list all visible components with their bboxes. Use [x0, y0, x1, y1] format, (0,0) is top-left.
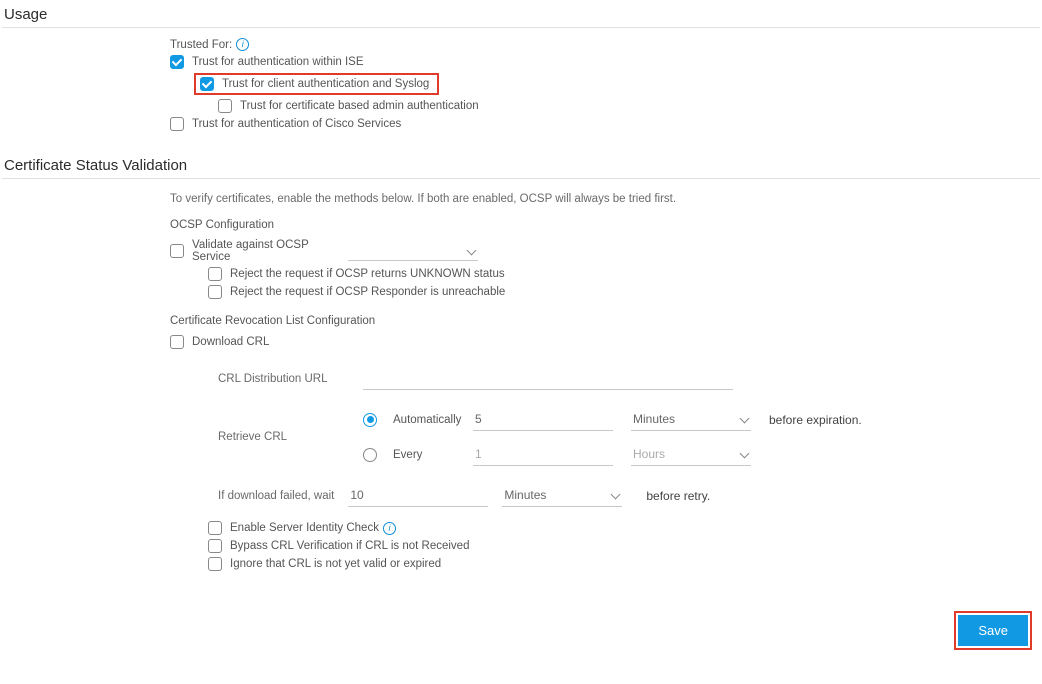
download-fail-row: If download failed, wait Minutes before …: [170, 484, 1042, 507]
ocsp-heading: OCSP Configuration: [170, 219, 1042, 231]
retrieve-every-radio[interactable]: [363, 448, 377, 462]
retrieve-group: Automatically Minutes before expiration.…: [363, 408, 1042, 466]
ocsp-service-select[interactable]: [348, 242, 478, 261]
trust-cert-admin-label: Trust for certificate based admin authen…: [240, 100, 479, 112]
trust-ise-label: Trust for authentication within ISE: [192, 56, 364, 68]
ignore-crl-label: Ignore that CRL is not yet valid or expi…: [230, 558, 441, 570]
retrieve-auto-radio[interactable]: [363, 413, 377, 427]
trust-ise-checkbox[interactable]: [170, 55, 184, 69]
retrieve-auto-label: Automatically: [393, 414, 465, 426]
trust-cert-admin-checkbox[interactable]: [218, 99, 232, 113]
retrieve-every-unit-value: Hours: [633, 447, 665, 461]
download-fail-unit-select[interactable]: Minutes: [502, 484, 622, 507]
retrieve-every-unit-select[interactable]: Hours: [631, 443, 751, 466]
reject-unreach-label: Reject the request if OCSP Responder is …: [230, 286, 505, 298]
validate-ocsp-row: Validate against OCSP Service: [170, 239, 1042, 263]
validate-ocsp-label: Validate against OCSP Service: [192, 239, 342, 263]
server-identity-label: Enable Server Identity Check: [230, 522, 379, 534]
retrieve-every-row: Every Hours: [363, 443, 1042, 466]
chevron-down-icon: [739, 414, 749, 424]
trust-cert-admin-row: Trust for certificate based admin authen…: [170, 99, 1042, 113]
retrieve-auto-row: Automatically Minutes before expiration.: [363, 408, 1042, 431]
bypass-crl-checkbox[interactable]: [208, 539, 222, 553]
retrieve-crl-label: Retrieve CRL: [218, 431, 353, 443]
download-fail-value-input[interactable]: [348, 484, 488, 507]
before-expiration-text: before expiration.: [769, 413, 862, 427]
download-fail-unit-value: Minutes: [504, 488, 546, 502]
crl-grid: CRL Distribution URL Retrieve CRL Automa…: [170, 367, 1042, 466]
server-identity-checkbox[interactable]: [208, 521, 222, 535]
server-identity-row: Enable Server Identity Check i: [170, 521, 1042, 535]
retrieve-auto-value-input[interactable]: [473, 408, 613, 431]
footer: Save: [0, 591, 1042, 660]
info-icon[interactable]: i: [383, 522, 396, 535]
section-csv-header: Certificate Status Validation: [2, 151, 1040, 179]
usage-content: Trusted For: i Trust for authentication …: [0, 38, 1042, 131]
trust-client-syslog-label: Trust for client authentication and Sysl…: [222, 78, 433, 90]
highlight-box: Trust for client authentication and Sysl…: [194, 73, 439, 95]
download-crl-checkbox[interactable]: [170, 335, 184, 349]
trust-cisco-label: Trust for authentication of Cisco Servic…: [192, 118, 401, 130]
retrieve-every-label: Every: [393, 449, 465, 461]
retrieve-every-value-input[interactable]: [473, 443, 613, 466]
info-icon[interactable]: i: [236, 38, 249, 51]
download-fail-label: If download failed, wait: [218, 490, 334, 502]
trust-client-syslog-checkbox[interactable]: [200, 77, 214, 91]
reject-unknown-row: Reject the request if OCSP returns UNKNO…: [170, 267, 1042, 281]
csv-content: To verify certificates, enable the metho…: [0, 193, 1042, 571]
trust-cisco-row: Trust for authentication of Cisco Servic…: [170, 117, 1042, 131]
crl-url-input[interactable]: [363, 367, 733, 390]
trust-cisco-checkbox[interactable]: [170, 117, 184, 131]
bypass-crl-row: Bypass CRL Verification if CRL is not Re…: [170, 539, 1042, 553]
trust-client-syslog-row: Trust for client authentication and Sysl…: [170, 73, 1042, 95]
ignore-crl-checkbox[interactable]: [208, 557, 222, 571]
before-retry-text: before retry.: [646, 489, 710, 503]
trust-ise-row: Trust for authentication within ISE: [170, 55, 1042, 69]
chevron-down-icon: [739, 449, 749, 459]
retrieve-auto-unit-select[interactable]: Minutes: [631, 408, 751, 431]
reject-unreach-checkbox[interactable]: [208, 285, 222, 299]
csv-note: To verify certificates, enable the metho…: [170, 193, 1042, 205]
save-button[interactable]: Save: [958, 615, 1028, 646]
reject-unknown-label: Reject the request if OCSP returns UNKNO…: [230, 268, 505, 280]
retrieve-auto-unit-value: Minutes: [633, 412, 675, 426]
save-highlight-box: Save: [954, 611, 1032, 650]
chevron-down-icon: [466, 246, 476, 256]
validate-ocsp-checkbox[interactable]: [170, 244, 184, 258]
crl-url-label: CRL Distribution URL: [218, 373, 353, 385]
chevron-down-icon: [610, 490, 620, 500]
trusted-for-row: Trusted For: i: [170, 38, 1042, 51]
crl-url-cell: [363, 367, 1042, 390]
bypass-crl-label: Bypass CRL Verification if CRL is not Re…: [230, 540, 469, 552]
reject-unreach-row: Reject the request if OCSP Responder is …: [170, 285, 1042, 299]
trusted-for-label: Trusted For:: [170, 39, 232, 51]
ignore-crl-row: Ignore that CRL is not yet valid or expi…: [170, 557, 1042, 571]
section-usage-header: Usage: [2, 0, 1040, 28]
download-crl-row: Download CRL: [170, 335, 1042, 349]
reject-unknown-checkbox[interactable]: [208, 267, 222, 281]
crl-heading: Certificate Revocation List Configuratio…: [170, 315, 1042, 327]
download-crl-label: Download CRL: [192, 336, 269, 348]
